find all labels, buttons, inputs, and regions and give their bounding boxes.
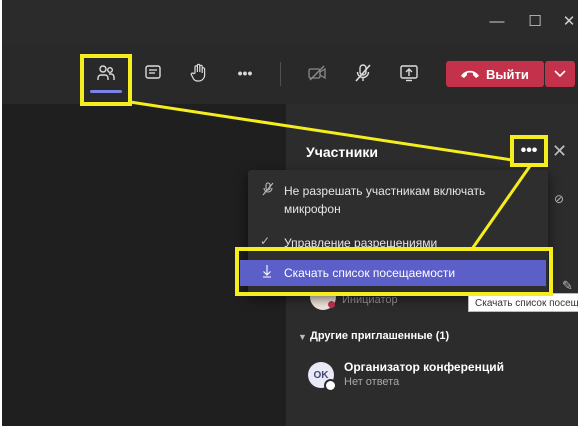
highlight-download xyxy=(235,247,553,296)
panel-close-button[interactable]: ✕ xyxy=(552,141,567,162)
raise-hand-button[interactable] xyxy=(186,60,212,86)
toolbar-divider xyxy=(280,62,281,86)
left-margin xyxy=(0,0,2,426)
teams-meeting-window: — ☐ ✕ ••• Выйти Участники ••• ✕ ⊘ ✎ Иниц… xyxy=(0,0,578,426)
share-screen-button[interactable] xyxy=(396,60,422,86)
highlight-more xyxy=(510,135,548,167)
leave-button[interactable]: Выйти xyxy=(446,61,544,87)
participant-status: Нет ответа xyxy=(344,376,400,388)
check-icon: ✓ xyxy=(260,234,271,248)
participant-name[interactable]: Организатор конференций xyxy=(344,360,504,374)
status-icon xyxy=(324,379,337,392)
hang-up-icon xyxy=(461,70,479,78)
collapse-icon[interactable]: ▼ xyxy=(298,332,307,342)
share-screen-icon xyxy=(400,65,418,82)
chevron-down-icon xyxy=(554,70,566,78)
chat-icon xyxy=(145,65,161,79)
hand-icon xyxy=(190,63,206,82)
minimize-icon[interactable]: — xyxy=(488,13,506,31)
mic-off-icon xyxy=(355,64,371,82)
more-actions-button[interactable]: ••• xyxy=(232,60,258,86)
status-dot xyxy=(328,301,335,308)
menu-item-disable-mic[interactable]: Не разрешать участникам включать микрофо… xyxy=(248,182,548,218)
mic-off-icon xyxy=(262,182,276,199)
invited-section-header[interactable]: Другие приглашенные (1) xyxy=(310,330,449,342)
highlight-participants xyxy=(80,54,132,106)
camera-off-icon xyxy=(308,65,326,81)
edit-icon[interactable]: ✎ xyxy=(562,278,573,294)
mic-toggle-button[interactable] xyxy=(350,60,376,86)
camera-toggle-button[interactable] xyxy=(304,60,330,86)
copy-link-icon[interactable]: ⊘ xyxy=(554,192,564,206)
close-window-icon[interactable]: ✕ xyxy=(560,13,578,31)
panel-title: Участники xyxy=(306,144,378,160)
more-icon: ••• xyxy=(237,65,253,81)
close-icon: ✕ xyxy=(552,141,568,161)
maximize-icon[interactable]: ☐ xyxy=(526,13,544,31)
chat-button[interactable] xyxy=(140,60,166,86)
title-bar: — ☐ ✕ xyxy=(2,0,578,44)
menu-item-label: Не разрешать участникам включать микрофо… xyxy=(284,184,486,216)
leave-options-button[interactable] xyxy=(545,61,575,87)
leave-label: Выйти xyxy=(486,66,529,82)
